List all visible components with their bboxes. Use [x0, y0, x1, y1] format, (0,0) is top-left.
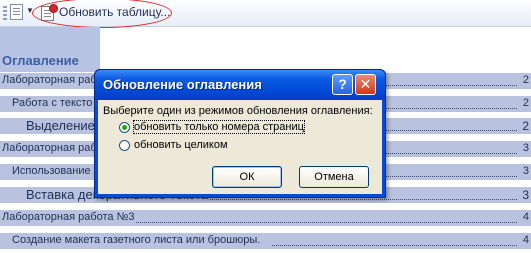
- toc-row-page: 3: [522, 188, 529, 202]
- toc-heading: Оглавление: [2, 53, 79, 68]
- option-entire-table[interactable]: обновить целиком: [119, 139, 228, 151]
- toc-row-text: Работа с тексто: [12, 97, 93, 109]
- dialog-prompt: Выберите один из режимов обновления огла…: [103, 105, 373, 117]
- toc-row-text: Использование: [12, 165, 91, 177]
- close-button[interactable]: ✕: [355, 74, 376, 95]
- update-toc-dialog: Обновление оглавления ? ✕ Выберите один …: [94, 69, 386, 198]
- toc-row-text: Лабораторная раб: [2, 74, 97, 86]
- option-label: обновить только номера страниц: [133, 120, 305, 134]
- radio-button-checked[interactable]: [119, 121, 130, 133]
- dialog-title: Обновление оглавления: [103, 77, 262, 92]
- toc-row-page: 4: [522, 234, 529, 246]
- toc-row-page: 3: [522, 142, 529, 154]
- option-label: обновить целиком: [134, 139, 228, 151]
- document-icon[interactable]: [10, 4, 23, 20]
- ok-button[interactable]: ОК: [212, 166, 282, 188]
- toolbar-grip[interactable]: [3, 6, 7, 20]
- toc-row-page: 2: [522, 97, 529, 109]
- toc-row-page: 2: [522, 119, 529, 133]
- dialog-titlebar[interactable]: Обновление оглавления ? ✕: [95, 70, 385, 100]
- radio-button[interactable]: [119, 139, 130, 151]
- dialog-body: Выберите один из режимов обновления огла…: [98, 100, 382, 194]
- cancel-button[interactable]: Отмена: [299, 166, 369, 188]
- toc-row[interactable]: Лабораторная работа №3 4: [0, 210, 531, 226]
- toc-row-text: Создание макета газетного листа или брош…: [12, 234, 261, 246]
- toc-row-text: Выделение: [26, 118, 95, 133]
- toc-row-text: Лабораторная рабо: [2, 142, 103, 154]
- toc-row[interactable]: Создание макета газетного листа или брош…: [0, 233, 531, 249]
- help-button[interactable]: ?: [332, 74, 353, 95]
- toc-row-page: 2: [522, 74, 529, 86]
- toc-row-text: Лабораторная работа №3: [2, 211, 135, 223]
- option-page-numbers-only[interactable]: обновить только номера страниц: [119, 120, 305, 134]
- help-icon: ?: [338, 76, 347, 92]
- toc-row-page: 4: [522, 211, 529, 223]
- toc-row-page: 3: [522, 165, 529, 177]
- close-icon: ✕: [359, 76, 372, 92]
